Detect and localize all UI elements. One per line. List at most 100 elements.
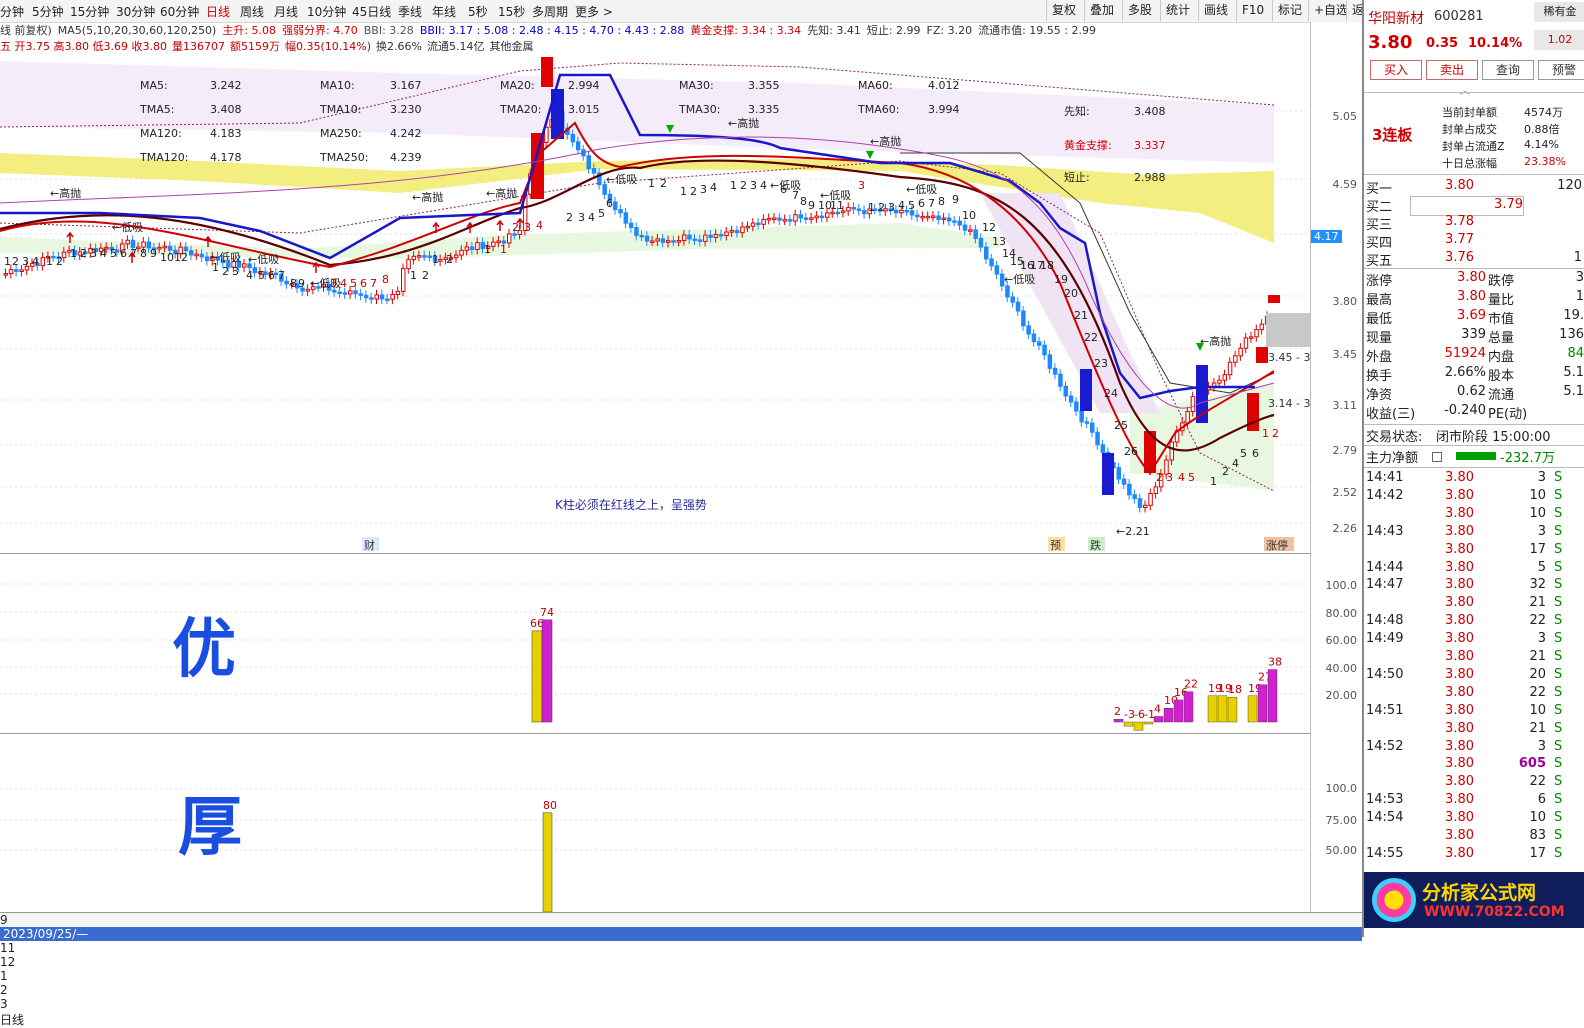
action-button-3[interactable]: 预警 xyxy=(1538,60,1584,80)
candle xyxy=(602,184,607,195)
action-button-0[interactable]: 买入 xyxy=(1370,60,1422,80)
action-button-2[interactable]: 查询 xyxy=(1482,60,1534,80)
indicator-value-6: 黄金支撑: 3.34 : 3.34 xyxy=(690,24,802,37)
count-label: 3 xyxy=(578,211,585,224)
period-tab-4[interactable]: 60分钟 xyxy=(160,3,199,20)
candle xyxy=(464,246,470,251)
date-tick-label: 12 xyxy=(0,955,16,969)
indicator-bar xyxy=(1113,719,1124,723)
limit-info-value: 0.88倍 xyxy=(1524,123,1560,136)
flow-bar xyxy=(1456,452,1496,460)
toolbar-button-5[interactable]: F10 xyxy=(1236,0,1270,21)
candle xyxy=(1243,337,1249,349)
candle xyxy=(835,211,841,215)
signal-annotation: ←高抛 xyxy=(412,190,443,204)
sector-badge[interactable]: 稀有金 xyxy=(1534,2,1584,22)
quote-value: 339 xyxy=(1461,327,1486,342)
period-tab-2[interactable]: 15分钟 xyxy=(70,3,109,20)
tick-side: S xyxy=(1554,774,1563,790)
quote-value: 0.62 xyxy=(1457,384,1486,399)
count-label: 24 xyxy=(1104,387,1118,400)
event-marker-label: 预 xyxy=(1050,539,1061,552)
tick-volume: 605 xyxy=(1518,756,1546,772)
indicator-bar-label: 18 xyxy=(1228,683,1242,696)
count-label: 6 xyxy=(1252,447,1259,460)
info-value-3: 幅0.35(10.14%) xyxy=(284,40,371,53)
candle xyxy=(708,234,713,238)
tick-side: S xyxy=(1554,720,1563,736)
price-axis: 5.05 4.59 4.17 3.80 3.45 3.11 2.79 2.52 2.26 100.… xyxy=(1310,22,1361,912)
indicator-row: 线 前复权) MA5(5,10,20,30,60,120,250) 主升: 5.08… xyxy=(0,22,1310,39)
ma-value: 4.178 xyxy=(210,151,242,164)
bid-price: 3.77 xyxy=(1445,232,1474,247)
candle xyxy=(390,293,395,300)
count-label: 2 xyxy=(422,269,429,282)
tick-price: 3.80 xyxy=(1445,738,1474,754)
period-tab-15[interactable]: 更多 > xyxy=(575,3,613,20)
period-tab-3[interactable]: 30分钟 xyxy=(116,3,155,20)
candle xyxy=(1010,296,1015,303)
main-flow-label: 主力净额 xyxy=(1366,451,1419,466)
period-tab-6[interactable]: 周线 xyxy=(240,3,264,20)
count-label: 9 xyxy=(952,193,959,206)
bid-volume xyxy=(1534,196,1582,214)
quote-value: 3.80 xyxy=(1457,289,1486,304)
period-tab-7[interactable]: 月线 xyxy=(274,3,298,20)
tick-time xyxy=(1366,756,1584,774)
period-tab-14[interactable]: 多周期 xyxy=(532,3,568,20)
quote-label: 流通 xyxy=(1488,388,1515,403)
tick-price: 3.80 xyxy=(1445,613,1474,629)
toolbar-button-4[interactable]: 画线 xyxy=(1198,0,1234,21)
period-tab-5[interactable]: 日线 xyxy=(206,3,230,20)
candle xyxy=(745,225,750,229)
period-tab-9[interactable]: 45日线 xyxy=(352,3,391,20)
period-tab-12[interactable]: 5秒 xyxy=(468,3,488,20)
candle xyxy=(385,298,390,301)
toolbar-button-2[interactable]: 多股 xyxy=(1122,0,1158,21)
toolbar-button-3[interactable]: 统计 xyxy=(1160,0,1196,21)
count-label: 2 xyxy=(1272,427,1279,440)
candle xyxy=(1102,453,1114,495)
period-tab-1[interactable]: 5分钟 xyxy=(32,3,64,20)
flow-detail-icon[interactable] xyxy=(1432,452,1442,462)
candle xyxy=(358,293,364,296)
candle xyxy=(994,265,1000,275)
action-button-1[interactable]: 卖出 xyxy=(1426,60,1478,80)
kline-chart[interactable]: MA5: 3.242 MA10: 3.167 MA20: 2.994 MA30: 3.355 M… xyxy=(0,53,1310,553)
tick-volume: 10 xyxy=(1529,487,1546,503)
sub1-tick-label: 100.0 xyxy=(1325,579,1358,592)
candle xyxy=(242,263,247,268)
quote-value: 136 xyxy=(1559,327,1584,342)
candle xyxy=(1249,336,1254,339)
quote-value: 3 xyxy=(1575,270,1584,285)
count-label: 5 xyxy=(110,247,117,260)
period-tab-10[interactable]: 季线 xyxy=(398,3,422,20)
candle xyxy=(332,289,337,293)
count-label: 4 xyxy=(760,179,767,192)
toolbar-button-0[interactable]: 复权 xyxy=(1046,0,1082,21)
indicator-bar xyxy=(1267,669,1278,723)
candle xyxy=(819,215,825,219)
count-label: 19 xyxy=(1054,273,1068,286)
period-tab-11[interactable]: 年线 xyxy=(432,3,456,20)
quote-value: 3.80 xyxy=(1457,270,1486,285)
toolbar-button-1[interactable]: 叠加 xyxy=(1084,0,1120,21)
period-tab-13[interactable]: 15秒 xyxy=(498,3,525,20)
indicator-value-10: 流通市值: 19.55 : 2.99 xyxy=(978,24,1096,37)
candle xyxy=(1233,355,1238,363)
ma-value: 3.994 xyxy=(928,103,960,116)
candle xyxy=(1074,401,1079,412)
tick-time xyxy=(1366,774,1584,792)
indicator-value-0: 线 前复权) xyxy=(0,24,52,37)
collapse-arrow-icon[interactable]: ︿ xyxy=(1460,82,1470,97)
indicator-bar xyxy=(1217,695,1228,723)
candle xyxy=(19,269,24,272)
period-tab-8[interactable]: 10分钟 xyxy=(307,3,346,20)
tick-price: 3.80 xyxy=(1445,577,1474,593)
count-label: 3 xyxy=(1166,471,1173,484)
toolbar-button-6[interactable]: 标记 xyxy=(1272,0,1308,21)
candle xyxy=(1238,347,1243,357)
date-tick-label: 2 xyxy=(0,983,8,997)
candle xyxy=(570,133,576,143)
period-tab-0[interactable]: 分钟 xyxy=(0,3,24,20)
